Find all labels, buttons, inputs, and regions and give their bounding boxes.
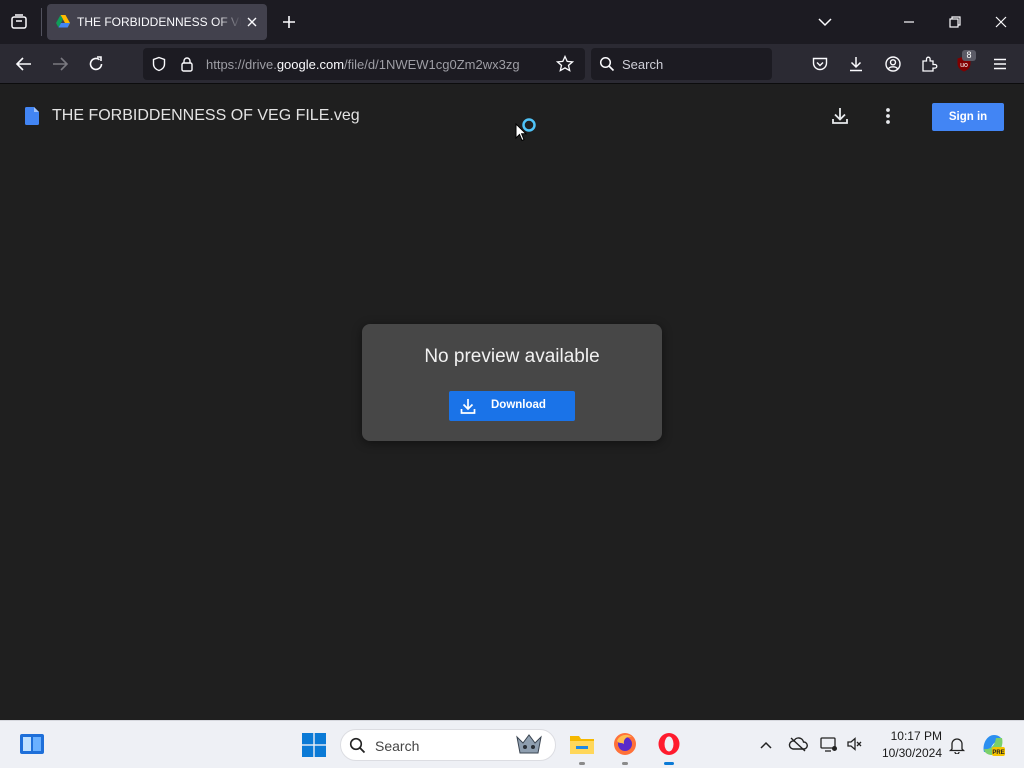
tab-overview-icon[interactable]	[10, 13, 28, 31]
minimize-icon[interactable]	[901, 14, 917, 30]
download-label: Download	[491, 399, 546, 411]
tab-title: THE FORBIDDENNESS OF VEG FILE.veg	[77, 15, 241, 29]
volume-muted-icon[interactable]	[846, 735, 864, 753]
doc-file-icon	[25, 107, 39, 125]
bell-icon[interactable]	[948, 736, 966, 754]
account-icon[interactable]	[884, 55, 902, 73]
no-preview-message: No preview available	[424, 346, 600, 367]
url-text[interactable]: https://drive.google.com/file/d/1NWEW1cg…	[206, 57, 542, 72]
url-prefix: https://drive.	[206, 57, 277, 72]
drive-preview-page: THE FORBIDDENNESS OF VEG FILE.veg Sign i…	[0, 85, 1024, 720]
back-icon[interactable]	[15, 55, 33, 73]
search-icon	[349, 737, 366, 754]
tab-strip: THE FORBIDDENNESS OF VEG FILE.veg	[0, 0, 1024, 44]
firefox-icon[interactable]	[613, 732, 637, 756]
copilot-icon[interactable]: PRE	[980, 732, 1006, 758]
pocket-icon[interactable]	[811, 55, 829, 73]
more-vert-icon[interactable]	[878, 106, 898, 126]
active-indicator	[664, 762, 674, 765]
file-title: THE FORBIDDENNESS OF VEG FILE.veg	[52, 107, 360, 124]
address-bar[interactable]: https://drive.google.com/file/d/1NWEW1cg…	[143, 48, 585, 80]
clock-date[interactable]: 10/30/2024	[870, 746, 942, 760]
onedrive-icon[interactable]	[788, 736, 808, 752]
extension-badge: 8	[962, 50, 976, 61]
google-drive-icon	[56, 15, 70, 28]
taskbar-search-box[interactable]: Search	[340, 729, 556, 761]
forward-icon[interactable]	[51, 55, 69, 73]
widgets-icon[interactable]	[19, 733, 45, 755]
restore-icon[interactable]	[947, 14, 963, 30]
downloads-icon[interactable]	[847, 55, 865, 73]
bookmark-star-icon[interactable]	[556, 55, 574, 73]
reload-icon[interactable]	[87, 55, 105, 73]
chevron-up-icon[interactable]	[758, 737, 774, 753]
clock-time[interactable]: 10:17 PM	[870, 729, 942, 743]
lock-icon[interactable]	[179, 56, 195, 72]
close-tab-icon[interactable]	[245, 15, 259, 29]
download-icon[interactable]	[830, 106, 850, 126]
svg-text:uo: uo	[960, 62, 968, 69]
opera-icon[interactable]	[657, 732, 681, 756]
tab-drive-file[interactable]: THE FORBIDDENNESS OF VEG FILE.veg	[47, 4, 267, 40]
mouse-cursor-icon	[515, 123, 527, 142]
close-window-icon[interactable]	[993, 14, 1009, 30]
no-preview-card: No preview available Download	[362, 324, 662, 441]
windows-start-icon[interactable]	[302, 733, 326, 757]
windows-taskbar: Search 10:17 PM 10/30/2024 PRE	[0, 720, 1024, 768]
url-path: /file/d/1NWEW1cg0Zm2wx3zg	[344, 57, 520, 72]
download-button[interactable]: Download	[449, 391, 575, 421]
network-icon[interactable]	[820, 735, 838, 753]
file-explorer-icon[interactable]	[569, 733, 595, 755]
running-indicator	[579, 762, 585, 765]
menu-icon[interactable]	[991, 55, 1009, 73]
search-placeholder: Search	[622, 57, 664, 72]
extensions-icon[interactable]	[920, 55, 938, 73]
shield-icon[interactable]	[151, 56, 167, 72]
search-highlight-icon	[515, 733, 543, 759]
new-tab-icon[interactable]	[281, 14, 297, 30]
svg-text:PRE: PRE	[992, 750, 1004, 756]
url-host: google.com	[276, 57, 345, 72]
divider	[41, 8, 42, 36]
list-all-tabs-icon[interactable]	[817, 15, 833, 29]
sign-in-button[interactable]: Sign in	[932, 103, 1004, 131]
download-icon	[459, 397, 477, 415]
search-icon	[599, 56, 615, 72]
taskbar-search-placeholder: Search	[375, 738, 420, 754]
search-bar[interactable]: Search	[591, 48, 772, 80]
running-indicator	[622, 762, 628, 765]
navigation-toolbar: https://drive.google.com/file/d/1NWEW1cg…	[0, 44, 1024, 84]
